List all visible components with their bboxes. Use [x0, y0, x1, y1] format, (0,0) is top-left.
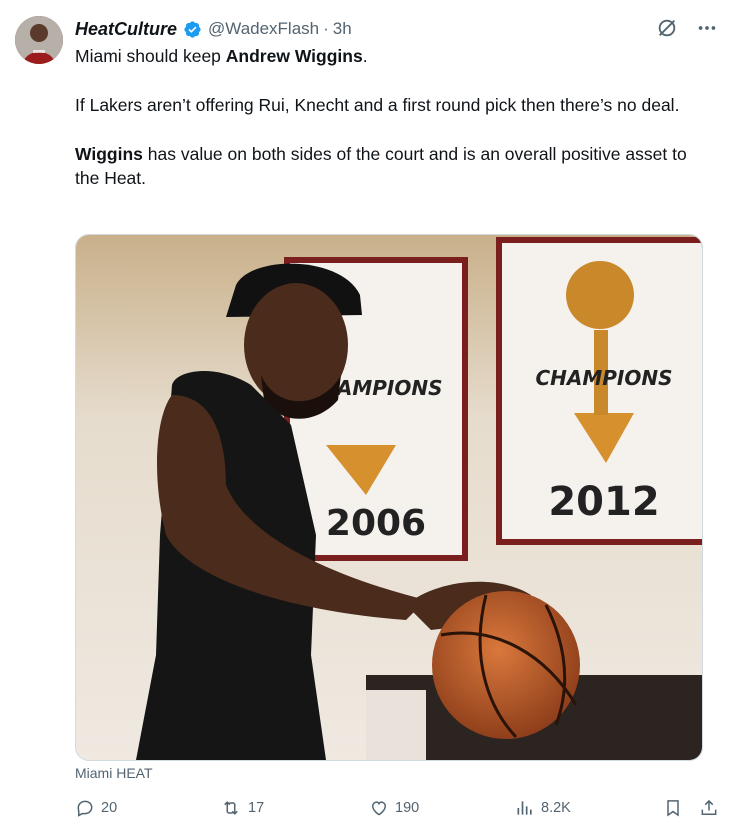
views-count: 8.2K [541, 800, 571, 816]
repost-icon [220, 798, 242, 818]
repost-count: 17 [248, 800, 265, 816]
repost-button[interactable]: 17 [220, 798, 264, 818]
bookmark-icon [663, 798, 683, 818]
share-button[interactable] [699, 798, 719, 818]
tweet[interactable]: HeatCulture @WadexFlash · 3h Miami shoul… [0, 0, 734, 830]
tweet-media-image[interactable]: CHAMPIONS 2006 CHAMPIONS 2012 [75, 234, 703, 761]
like-icon [369, 798, 389, 818]
tweet-text: Miami should keep Andrew Wiggins. If Lak… [75, 44, 715, 215]
photo-illustration: CHAMPIONS 2006 CHAMPIONS 2012 [76, 235, 702, 760]
bold-name: Andrew Wiggins [225, 46, 363, 66]
reply-button[interactable]: 20 [75, 798, 117, 818]
verified-icon [183, 20, 202, 39]
bold-name: Wiggins [75, 144, 143, 164]
banner-left-year: 2006 [326, 503, 426, 544]
share-icon [699, 798, 719, 818]
separator: · [323, 19, 329, 38]
handle[interactable]: @WadexFlash [208, 19, 319, 39]
more-icon[interactable] [696, 17, 718, 39]
timestamp[interactable]: 3h [333, 19, 352, 39]
tweet-actions: 20 17 190 8.2K [75, 798, 720, 826]
tweet-paragraph-3: Wiggins has value on both sides of the c… [75, 144, 687, 188]
display-name[interactable]: HeatCulture [75, 19, 177, 40]
views-button[interactable]: 8.2K [515, 798, 571, 818]
media-caption[interactable]: Miami HEAT [75, 765, 153, 781]
top-actions [656, 17, 718, 39]
bookmark-button[interactable] [663, 798, 683, 818]
grok-icon[interactable] [656, 17, 678, 39]
reply-icon [75, 798, 95, 818]
avatar[interactable] [15, 16, 63, 64]
views-icon [515, 798, 535, 818]
tweet-paragraph-2: If Lakers aren’t offering Rui, Knecht an… [75, 95, 680, 115]
tweet-paragraph-1: Miami should keep Andrew Wiggins. [75, 46, 368, 66]
tweet-header: HeatCulture @WadexFlash · 3h [75, 16, 352, 42]
banner-right-text: CHAMPIONS [535, 366, 672, 390]
reply-count: 20 [101, 800, 118, 816]
banner-right-year: 2012 [548, 479, 659, 525]
like-count: 190 [395, 800, 420, 816]
like-button[interactable]: 190 [369, 798, 419, 818]
